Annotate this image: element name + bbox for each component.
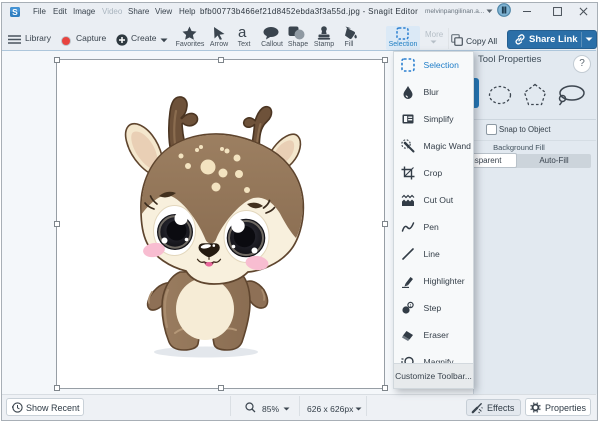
svg-text:S: S (12, 7, 18, 17)
